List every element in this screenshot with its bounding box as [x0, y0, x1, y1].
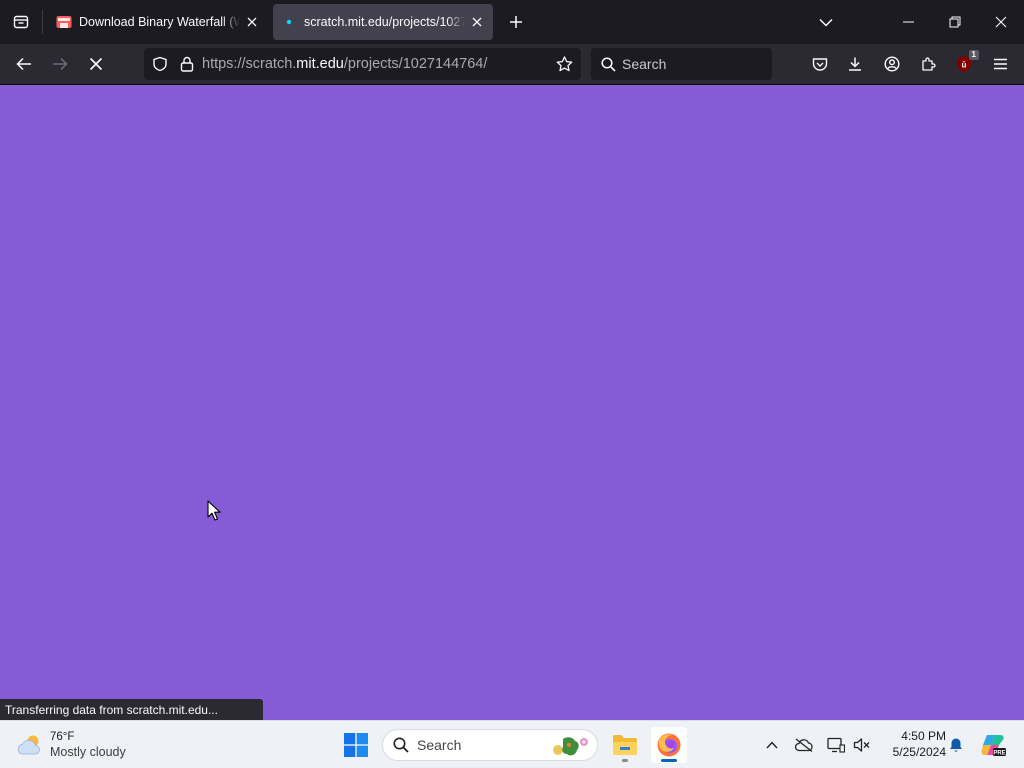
- close-icon: [995, 16, 1007, 28]
- network-tray-button[interactable]: [824, 733, 848, 757]
- volume-tray-button[interactable]: [850, 733, 874, 757]
- new-tab-button[interactable]: [502, 8, 530, 36]
- network-display-icon: [827, 737, 845, 753]
- close-window-button[interactable]: [978, 0, 1024, 44]
- onedrive-tray-button[interactable]: [792, 733, 816, 757]
- back-button[interactable]: [8, 48, 40, 80]
- url-path: /projects/1027144764/: [343, 56, 488, 72]
- close-tab-icon[interactable]: [465, 10, 489, 34]
- partly-cloudy-icon: [17, 735, 40, 755]
- taskbar-search-box[interactable]: Search: [382, 729, 598, 761]
- mouse-pointer-icon: [207, 500, 221, 521]
- taskbar-firefox[interactable]: [651, 727, 687, 763]
- download-icon: [849, 57, 861, 71]
- search-placeholder: Search: [622, 56, 667, 72]
- taskbar-clock[interactable]: 4:50 PM 5/25/2024: [876, 728, 946, 760]
- url-prefix: https://scratch.: [202, 56, 297, 72]
- lock-icon[interactable]: [180, 56, 194, 72]
- tab-strip: Download Binary Waterfall (Win scratch.m…: [0, 0, 1024, 44]
- search-icon: [393, 737, 409, 753]
- list-all-tabs-button[interactable]: [812, 8, 840, 36]
- chevron-up-icon: [766, 741, 778, 749]
- page-content[interactable]: Transferring data from scratch.mit.edu..…: [0, 85, 1024, 720]
- firefox-icon: [657, 733, 681, 757]
- restore-button[interactable]: [932, 0, 978, 44]
- minimize-button[interactable]: [886, 0, 932, 44]
- tab-separator: [42, 10, 43, 34]
- svg-text:ū: ū: [962, 61, 967, 70]
- running-indicator: [622, 759, 628, 762]
- extension-badge: 1: [968, 50, 979, 60]
- restore-icon: [949, 16, 961, 28]
- url-text[interactable]: https://scratch.mit.edu/projects/1027144…: [202, 56, 487, 72]
- minimize-icon: [903, 21, 914, 23]
- hamburger-menu-icon: [993, 58, 1007, 70]
- stop-icon: [89, 57, 103, 71]
- extensions-button[interactable]: [912, 48, 944, 80]
- cloud-offline-icon: [794, 738, 813, 752]
- taskbar-file-explorer[interactable]: [607, 727, 643, 763]
- clock-time: 4:50 PM: [901, 729, 946, 743]
- copilot-button[interactable]: PRE: [978, 733, 1008, 757]
- forward-button[interactable]: [44, 48, 76, 80]
- search-bar[interactable]: Search: [591, 48, 772, 80]
- navigation-toolbar: https://scratch.mit.edu/projects/1027144…: [0, 44, 1024, 85]
- arrow-right-icon: [53, 57, 68, 71]
- chevron-down-icon: [819, 18, 833, 27]
- notifications-button[interactable]: [944, 733, 968, 757]
- app-menu-button[interactable]: [984, 48, 1016, 80]
- puzzle-icon: [922, 57, 936, 71]
- copilot-icon: PRE: [981, 735, 1006, 756]
- show-hidden-icons-button[interactable]: [760, 733, 784, 757]
- svg-text:PRE: PRE: [993, 750, 1005, 756]
- stop-loading-button[interactable]: [80, 48, 112, 80]
- loading-dot-icon: [281, 14, 297, 30]
- bell-icon: [950, 738, 962, 752]
- plus-icon: [510, 16, 522, 28]
- weather-condition: Mostly cloudy: [50, 745, 126, 759]
- weather-temperature: 76°F: [50, 731, 75, 743]
- ublock-origin-button[interactable]: ū 1: [948, 48, 980, 80]
- search-icon: [601, 56, 616, 72]
- itchio-icon: [56, 14, 72, 30]
- folder-icon: [613, 735, 637, 755]
- bookmark-star-icon[interactable]: [556, 56, 573, 72]
- tab-binary-waterfall[interactable]: Download Binary Waterfall (Win: [48, 4, 268, 40]
- windows-logo-icon: [344, 733, 368, 757]
- pocket-button[interactable]: [804, 48, 836, 80]
- search-highlight-icon: [549, 733, 591, 759]
- taskbar-search-placeholder: Search: [417, 737, 462, 753]
- firefox-view-button[interactable]: [0, 0, 42, 44]
- speaker-muted-icon: [853, 738, 870, 752]
- start-button[interactable]: [340, 729, 372, 761]
- close-tab-icon[interactable]: [240, 10, 264, 34]
- windows-taskbar: 76°F Mostly cloudy Search 4:50 PM 5/25/2…: [0, 720, 1024, 768]
- tab-scratch-project[interactable]: scratch.mit.edu/projects/10271: [273, 4, 493, 40]
- clock-date: 5/25/2024: [892, 745, 946, 759]
- arrow-left-icon: [16, 57, 31, 71]
- url-host: mit.edu: [296, 56, 344, 72]
- tab-title: Download Binary Waterfall (Win: [79, 15, 240, 29]
- tracking-protection-icon[interactable]: [152, 56, 168, 72]
- downloads-button[interactable]: [839, 48, 871, 80]
- weather-widget[interactable]: 76°F Mostly cloudy: [16, 727, 156, 763]
- account-icon: [884, 56, 900, 72]
- address-bar[interactable]: https://scratch.mit.edu/projects/1027144…: [144, 48, 581, 80]
- account-button[interactable]: [876, 48, 908, 80]
- firefox-view-icon: [13, 15, 29, 29]
- status-panel: Transferring data from scratch.mit.edu..…: [0, 699, 263, 720]
- pocket-icon: [812, 57, 828, 71]
- tab-title: scratch.mit.edu/projects/10271: [304, 15, 465, 29]
- active-indicator: [661, 759, 677, 762]
